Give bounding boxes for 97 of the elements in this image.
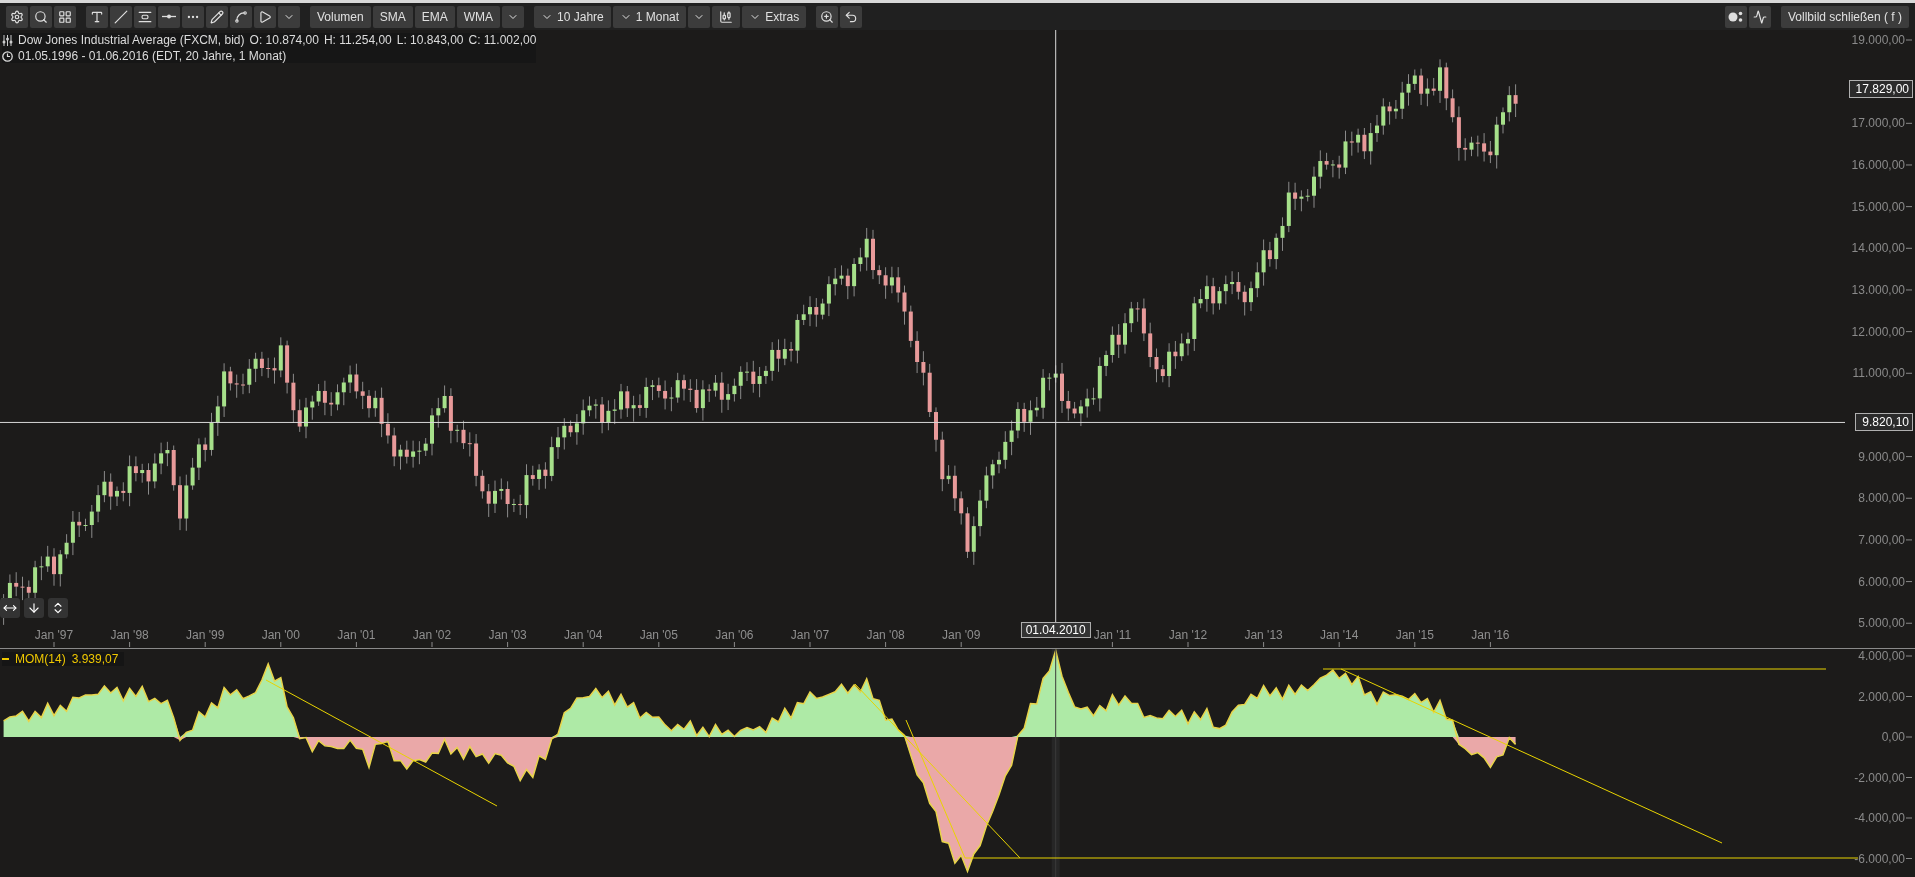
price-axis-label: 14.000,00 bbox=[1851, 241, 1905, 256]
pulse-icon bbox=[1752, 9, 1767, 24]
time-axis-label: Jan '99 bbox=[186, 628, 225, 642]
grid-icon bbox=[58, 9, 72, 24]
price-axis-label: 9.000,00 bbox=[1858, 449, 1905, 464]
time-axis-label: Jan '12 bbox=[1168, 628, 1208, 642]
indicator-button[interactable]: Volumen bbox=[310, 5, 371, 28]
settings-button[interactable] bbox=[6, 5, 28, 28]
scroll-button[interactable] bbox=[0, 598, 20, 618]
indicator-axis-label: -4.000,00 bbox=[1854, 811, 1905, 825]
indicator-axis-label: -2.000,00 bbox=[1854, 770, 1905, 785]
curve-icon bbox=[234, 9, 248, 24]
indicator-name: MOM(14) bbox=[15, 652, 66, 666]
candlestick-icon bbox=[719, 9, 734, 24]
time-axis-label: Jan '15 bbox=[1395, 628, 1434, 642]
price-axis-label: 19.000,00 bbox=[1851, 33, 1905, 47]
zoom-in-button[interactable] bbox=[816, 5, 839, 28]
time-axis-label: Jan '13 bbox=[1244, 628, 1283, 642]
time-axis-label: Jan '03 bbox=[488, 628, 527, 642]
scroll-down-button[interactable] bbox=[24, 598, 44, 618]
circles-icon bbox=[1727, 10, 1744, 23]
ohlc-value: H: 11.254,00 bbox=[323, 33, 392, 47]
time-axis-label: Jan '06 bbox=[715, 628, 754, 642]
drawing-tool-button[interactable] bbox=[230, 5, 252, 28]
chart-type-dropdown[interactable] bbox=[688, 5, 711, 28]
drawing-tool-button[interactable] bbox=[158, 5, 180, 28]
indicator-axis-label: -6.000,00 bbox=[1854, 851, 1905, 866]
drawing-tool-button[interactable] bbox=[206, 5, 228, 28]
arrow-down-icon bbox=[27, 601, 41, 615]
price-axis-label: 8.000,00 bbox=[1858, 491, 1905, 506]
time-axis-label: Jan '09 bbox=[942, 628, 981, 642]
text-icon bbox=[90, 9, 104, 24]
undo-icon bbox=[844, 9, 859, 24]
tools-menu-button[interactable] bbox=[278, 5, 300, 28]
objects-button[interactable] bbox=[1724, 5, 1747, 28]
ohlc-value: C: 11.002,00 bbox=[468, 33, 537, 47]
price-axis-label: 5.000,00 bbox=[1858, 616, 1905, 631]
zoom-in-icon bbox=[820, 9, 835, 24]
time-axis-label: Jan '16 bbox=[1471, 628, 1510, 642]
price-axis-label: 16.000,00 bbox=[1851, 157, 1905, 172]
crosshair-price-label: 9.820,10 bbox=[1855, 413, 1913, 432]
time-axis-label: Jan '05 bbox=[639, 628, 678, 642]
ohlc-value: L: 10.843,00 bbox=[396, 33, 464, 47]
fullscreen-button[interactable]: Vollbild schließen ( f ) bbox=[1780, 5, 1909, 28]
drawing-tool-button[interactable] bbox=[182, 5, 204, 28]
triangle-icon bbox=[258, 9, 272, 24]
price-axis-label: 17.000,00 bbox=[1851, 116, 1905, 131]
price-axis-label: 7.000,00 bbox=[1858, 532, 1905, 547]
expand-button[interactable] bbox=[48, 598, 68, 618]
last-price-label: 17.829,00 bbox=[1848, 79, 1913, 98]
line-icon bbox=[114, 9, 128, 24]
time-axis-label: Jan '98 bbox=[110, 628, 149, 642]
time-axis-label: Jan '08 bbox=[866, 628, 905, 642]
price-axis-label: 15.000,00 bbox=[1851, 199, 1905, 214]
drawing-tool-button[interactable] bbox=[254, 5, 276, 28]
indicator-menu-button[interactable] bbox=[502, 5, 525, 28]
time-axis-label: Jan '04 bbox=[564, 628, 603, 642]
time-axis-label: Jan '11 bbox=[1093, 628, 1132, 642]
crosshair-date-label: 01.04.2010 bbox=[1020, 622, 1091, 638]
indicator-axis-label: 0,00 bbox=[1881, 730, 1905, 744]
indicator-button[interactable]: EMA bbox=[414, 5, 455, 28]
clock-icon bbox=[2, 50, 13, 62]
undo-button[interactable] bbox=[840, 5, 863, 28]
search-button[interactable] bbox=[30, 5, 52, 28]
chart-type-button[interactable] bbox=[712, 5, 741, 28]
time-axis-label: Jan '97 bbox=[34, 628, 74, 642]
settings-icon bbox=[10, 9, 24, 24]
indicator-settings-icon bbox=[2, 34, 13, 46]
drawing-tool-button[interactable] bbox=[134, 5, 156, 28]
time-axis-label: Jan '07 bbox=[790, 628, 830, 642]
indicator-axis-label: 2.000,00 bbox=[1858, 689, 1905, 704]
date-range: 01.05.1996 - 01.06.2016 (EDT, 20 Jahre, 1 Monat) bbox=[18, 49, 287, 63]
indicator-axis-label: 4.000,00 bbox=[1858, 649, 1905, 663]
indicators-button[interactable] bbox=[1748, 5, 1771, 28]
instrument-title: Dow Jones Industrial Average (FXCM, bid) bbox=[18, 33, 245, 47]
range-dropdown[interactable]: 1 Monat bbox=[612, 5, 687, 28]
horizontal-line-icon bbox=[162, 14, 176, 19]
search-icon bbox=[34, 9, 48, 24]
levels-icon bbox=[138, 9, 152, 24]
price-axis-label: 6.000,00 bbox=[1858, 574, 1905, 589]
indicator-value: 3.939,07 bbox=[71, 652, 119, 666]
price-axis-label: 11.000,00 bbox=[1852, 366, 1905, 381]
time-axis-label: Jan '02 bbox=[412, 628, 452, 642]
time-axis-label: Jan '01 bbox=[337, 628, 376, 642]
time-axis-label: Jan '14 bbox=[1320, 628, 1359, 642]
range-dropdown[interactable]: 10 Jahre bbox=[534, 5, 611, 28]
indicator-button[interactable]: SMA bbox=[372, 5, 413, 28]
drawing-tool-button[interactable] bbox=[110, 5, 132, 28]
pencil-icon bbox=[210, 9, 224, 24]
drawing-tool-button[interactable] bbox=[86, 5, 108, 28]
extras-dropdown[interactable]: Extras bbox=[742, 5, 807, 28]
indicator-button[interactable]: WMA bbox=[456, 5, 501, 28]
time-axis-label: Jan '00 bbox=[261, 628, 300, 642]
layout-button[interactable] bbox=[54, 5, 76, 28]
price-axis-label: 13.000,00 bbox=[1851, 282, 1905, 297]
ohlc-value: O: 10.874,00 bbox=[249, 33, 319, 47]
price-axis-label: 12.000,00 bbox=[1851, 324, 1905, 339]
